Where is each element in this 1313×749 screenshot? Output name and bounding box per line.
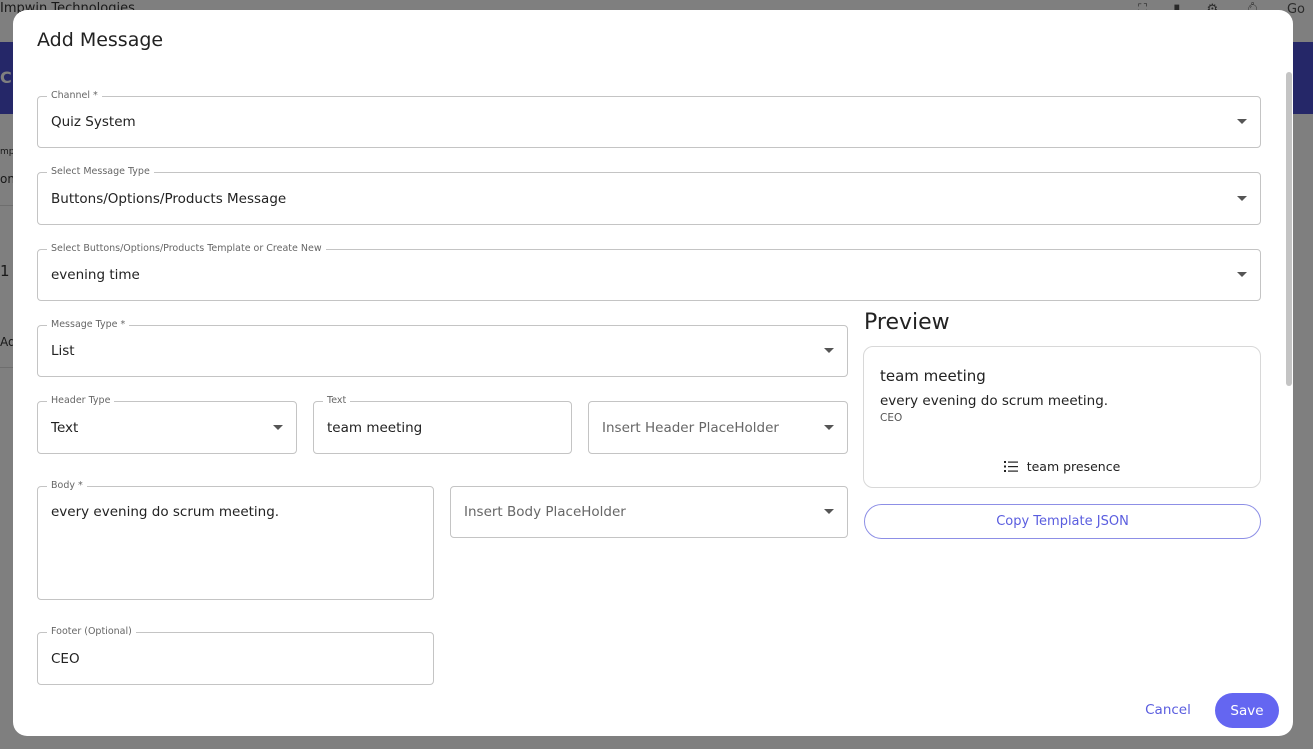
body-value: every evening do scrum meeting. xyxy=(51,504,280,520)
message-type-category-select[interactable]: Select Message Type Buttons/Options/Prod… xyxy=(37,166,1261,225)
dropdown-arrow-icon xyxy=(824,509,834,514)
footer-label: Footer (Optional) xyxy=(47,626,136,638)
channel-value: Quiz System xyxy=(51,114,136,130)
dropdown-arrow-icon xyxy=(1237,195,1247,201)
footer-value: CEO xyxy=(51,650,80,667)
header-text-input[interactable]: Text team meeting xyxy=(313,395,572,454)
channel-label: Channel * xyxy=(47,90,102,102)
template-value: evening time xyxy=(51,267,140,283)
template-select[interactable]: Select Buttons/Options/Products Template… xyxy=(37,243,1261,301)
message-type-category-value: Buttons/Options/Products Message xyxy=(51,190,287,207)
preview-title: Preview xyxy=(864,310,950,335)
body-label: Body * xyxy=(47,480,87,492)
body-textarea[interactable]: Body * every evening do scrum meeting. xyxy=(37,480,434,600)
preview-card: team meeting every evening do scrum meet… xyxy=(863,346,1261,488)
message-type-label: Message Type * xyxy=(47,319,130,331)
dropdown-arrow-icon xyxy=(1237,119,1247,124)
header-placeholder-select[interactable]: Insert Header PlaceHolder xyxy=(588,401,848,454)
dialog-scrollbar[interactable] xyxy=(1286,72,1292,386)
preview-list-button[interactable]: team presence xyxy=(864,459,1260,474)
dropdown-arrow-icon xyxy=(1237,272,1247,277)
header-type-value: Text xyxy=(51,419,79,436)
preview-button-label: team presence xyxy=(1026,459,1121,474)
preview-body: every evening do scrum meeting. xyxy=(880,393,1109,409)
add-message-dialog: Add Message Channel * Quiz System Select… xyxy=(13,10,1293,736)
body-placeholder-text: Insert Body PlaceHolder xyxy=(464,504,626,520)
header-text-value: team meeting xyxy=(327,419,423,436)
preview-footer: CEO xyxy=(880,412,903,424)
channel-select[interactable]: Channel * Quiz System xyxy=(37,90,1261,148)
dialog-title: Add Message xyxy=(37,29,164,51)
header-text-label: Text xyxy=(323,395,351,407)
message-type-value: List xyxy=(51,343,75,359)
preview-header: team meeting xyxy=(880,367,986,385)
dropdown-arrow-icon xyxy=(273,424,283,430)
message-type-category-label: Select Message Type xyxy=(47,166,154,178)
save-button[interactable]: Save xyxy=(1215,693,1279,728)
dropdown-arrow-icon xyxy=(824,348,834,353)
header-placeholder-text: Insert Header PlaceHolder xyxy=(602,419,779,436)
footer-input[interactable]: Footer (Optional) CEO xyxy=(37,626,434,685)
copy-template-json-button[interactable]: Copy Template JSON xyxy=(864,504,1261,539)
header-type-select[interactable]: Header Type Text xyxy=(37,395,297,454)
dropdown-arrow-icon xyxy=(824,424,834,430)
header-type-label: Header Type xyxy=(47,395,115,407)
cancel-button[interactable]: Cancel xyxy=(1133,693,1203,726)
message-type-select[interactable]: Message Type * List xyxy=(37,319,848,377)
template-label: Select Buttons/Options/Products Template… xyxy=(47,243,326,255)
list-icon xyxy=(1003,461,1018,472)
body-placeholder-select[interactable]: Insert Body PlaceHolder xyxy=(450,486,848,538)
